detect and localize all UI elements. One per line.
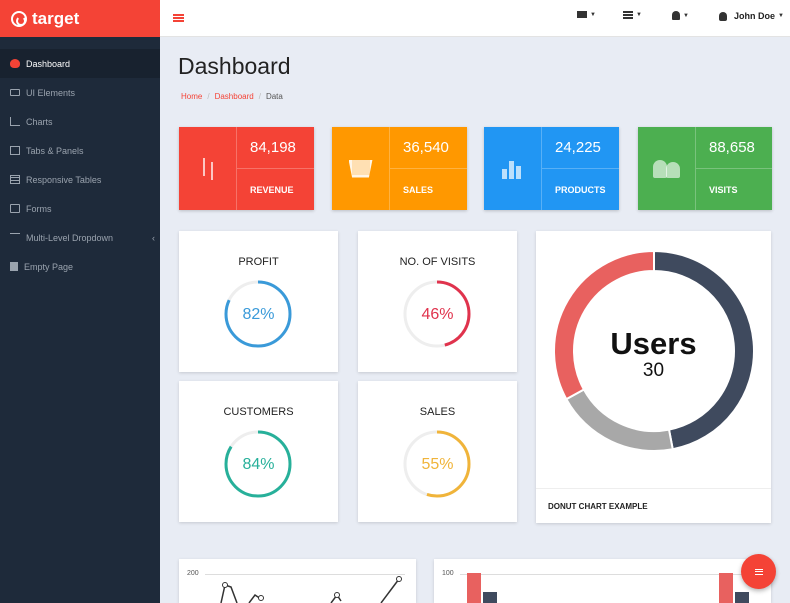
brain-icon bbox=[10, 59, 20, 68]
sidebar-item-forms[interactable]: Forms bbox=[0, 194, 160, 223]
stat-value: 88,658 bbox=[696, 127, 772, 169]
donut-chart-card: Users 30 DONUT CHART EXAMPLE bbox=[536, 231, 771, 523]
sidebar-item-tabs-panels[interactable]: Tabs & Panels bbox=[0, 136, 160, 165]
menu-toggle-icon[interactable] bbox=[173, 14, 184, 22]
sidebar-item-label: Multi-Level Dropdown bbox=[26, 232, 114, 243]
card-title: CUSTOMERS bbox=[223, 406, 294, 418]
user-name: John Doe bbox=[734, 11, 776, 21]
alerts-dropdown[interactable]: ▼ bbox=[672, 11, 689, 20]
file-icon bbox=[10, 262, 18, 271]
sidebar-item-multi-level-dropdown[interactable]: Multi-Level Dropdown ‹ bbox=[0, 223, 160, 252]
donut-footer: DONUT CHART EXAMPLE bbox=[536, 488, 771, 523]
brand-name: target bbox=[32, 8, 80, 28]
bell-icon bbox=[672, 11, 680, 20]
sidebar-item-label: Dashboard bbox=[26, 58, 71, 69]
users-icon bbox=[652, 159, 681, 178]
sidebar-item-empty-page[interactable]: Empty Page bbox=[0, 252, 160, 281]
customers-card: CUSTOMERS 84% bbox=[179, 381, 338, 522]
user-dropdown[interactable]: John Doe ▼ bbox=[719, 11, 784, 21]
breadcrumb-separator: / bbox=[258, 92, 261, 101]
bar-chart-icon bbox=[10, 117, 20, 126]
bar-chart-icon bbox=[501, 159, 524, 179]
topbar: ▼ ▼ ▼ John Doe ▼ bbox=[160, 0, 790, 37]
bar bbox=[719, 573, 733, 603]
edit-icon bbox=[10, 204, 20, 213]
sidebar-item-label: UI Elements bbox=[26, 87, 76, 98]
target-logo-icon bbox=[11, 10, 27, 27]
line-chart-card: 200 bbox=[179, 559, 416, 603]
gridline bbox=[460, 574, 760, 575]
donut-value: 30 bbox=[642, 360, 665, 381]
sidebar-item-responsive-tables[interactable]: Responsive Tables bbox=[0, 165, 160, 194]
caret-down-icon: ▼ bbox=[683, 12, 689, 19]
cart-icon bbox=[348, 159, 373, 178]
user-icon bbox=[719, 11, 727, 21]
stat-card-revenue: 84,198 REVENUE bbox=[179, 127, 314, 210]
sitemap-icon bbox=[10, 233, 20, 242]
stat-value: 24,225 bbox=[542, 127, 619, 169]
bar bbox=[735, 592, 749, 603]
breadcrumb-current: Data bbox=[265, 92, 283, 101]
brand[interactable]: target bbox=[0, 0, 160, 37]
caret-down-icon: ▼ bbox=[636, 12, 642, 18]
sidebar: Dashboard UI Elements Charts Tabs & Pane… bbox=[0, 37, 160, 603]
floating-menu-button[interactable] bbox=[741, 554, 776, 589]
stat-card-sales: 36,540 SALES bbox=[332, 127, 467, 210]
percent-label: 55% bbox=[421, 456, 454, 473]
bar bbox=[483, 592, 497, 603]
sales-card: SALES 55% bbox=[358, 381, 517, 522]
caret-down-icon: ▼ bbox=[778, 13, 784, 19]
stat-label: PRODUCTS bbox=[555, 184, 606, 195]
sidebar-item-ui-elements[interactable]: UI Elements bbox=[0, 78, 160, 107]
card-title: PROFIT bbox=[238, 256, 279, 268]
breadcrumb: Home / Dashboard / Data bbox=[181, 92, 288, 101]
sidebar-item-label: Charts bbox=[26, 116, 53, 127]
stat-label: REVENUE bbox=[250, 184, 294, 195]
breadcrumb-dashboard[interactable]: Dashboard bbox=[215, 92, 254, 101]
bar-chart-card: 100 bbox=[434, 559, 771, 603]
tasks-list-icon bbox=[623, 11, 633, 19]
breadcrumb-home[interactable]: Home bbox=[181, 92, 202, 101]
stat-value: 36,540 bbox=[390, 127, 467, 169]
stat-card-visits: 88,658 VISITS bbox=[638, 127, 772, 210]
line-chart-partial bbox=[220, 576, 402, 603]
caret-down-icon: ▼ bbox=[590, 11, 596, 18]
stat-card-products: 24,225 PRODUCTS bbox=[484, 127, 619, 210]
profit-card: PROFIT 82% bbox=[179, 231, 338, 372]
stat-value: 84,198 bbox=[237, 127, 314, 169]
percent-label: 84% bbox=[242, 456, 275, 473]
donut-title: Users bbox=[610, 326, 697, 361]
sidebar-item-label: Responsive Tables bbox=[26, 174, 102, 185]
bar bbox=[467, 573, 481, 603]
sidebar-item-label: Tabs & Panels bbox=[26, 145, 84, 156]
breadcrumb-separator: / bbox=[207, 92, 210, 101]
stat-label: VISITS bbox=[709, 184, 738, 195]
card-title: SALES bbox=[419, 406, 456, 418]
sidebar-item-label: Forms bbox=[26, 203, 52, 214]
y-axis-label: 200 bbox=[187, 570, 199, 577]
visits-card: NO. OF VISITS 46% bbox=[358, 231, 517, 372]
envelope-icon bbox=[577, 11, 587, 18]
sidebar-item-label: Empty Page bbox=[24, 261, 74, 272]
monitor-icon bbox=[10, 89, 20, 96]
tasks-dropdown[interactable]: ▼ bbox=[623, 11, 642, 19]
page-title: Dashboard bbox=[178, 53, 291, 79]
donut-segment bbox=[565, 388, 674, 452]
sidebar-item-dashboard[interactable]: Dashboard bbox=[0, 49, 160, 78]
percent-label: 82% bbox=[242, 306, 275, 323]
menu-icon bbox=[754, 568, 763, 575]
messages-dropdown[interactable]: ▼ bbox=[577, 11, 596, 18]
sidebar-item-charts[interactable]: Charts bbox=[0, 107, 160, 136]
percent-label: 46% bbox=[421, 306, 454, 323]
table-icon bbox=[10, 175, 20, 184]
stat-label: SALES bbox=[403, 184, 434, 195]
card-title: NO. OF VISITS bbox=[399, 256, 476, 268]
y-axis-label: 100 bbox=[442, 570, 454, 577]
arrows-icon bbox=[199, 157, 217, 180]
tabs-icon bbox=[10, 146, 20, 155]
chevron-left-icon: ‹ bbox=[152, 232, 155, 243]
